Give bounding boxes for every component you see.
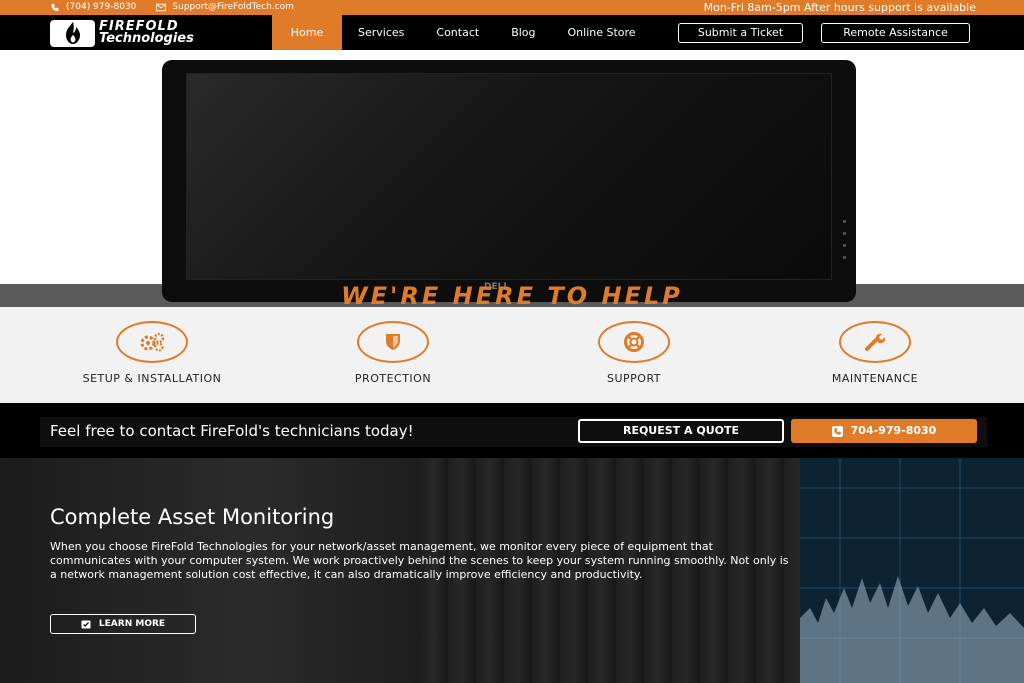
- gears-icon: [116, 321, 188, 363]
- asset-monitoring-section: Complete Asset Monitoring When you choos…: [0, 458, 1024, 683]
- monitor-image: DELL: [162, 60, 856, 302]
- monitoring-paragraph: When you choose FireFold Technologies fo…: [50, 540, 789, 581]
- feature-maintenance[interactable]: MAINTENANCE: [775, 321, 975, 385]
- shield-icon: [357, 321, 429, 363]
- contact-cta-bar: Feel free to contact FireFold's technici…: [0, 403, 1024, 458]
- feature-setup[interactable]: SETUP & INSTALLATION: [52, 321, 252, 385]
- features-section: SETUP & INSTALLATION PROTECTION SUPPORT: [0, 307, 1024, 403]
- nav-home[interactable]: Home: [272, 15, 342, 50]
- topbar-phone-text: (704) 979-8030: [66, 2, 137, 12]
- nav-menu: Home Services Contact Blog Online Store: [272, 15, 652, 50]
- feature-support-label: SUPPORT: [606, 372, 662, 385]
- monitoring-title: Complete Asset Monitoring: [50, 505, 335, 529]
- cta-text: Feel free to contact FireFold's technici…: [50, 422, 414, 440]
- topbar-email[interactable]: Support@FireFoldTech.com: [156, 2, 294, 12]
- feature-setup-label: SETUP & INSTALLATION: [82, 372, 222, 385]
- feature-support[interactable]: SUPPORT: [534, 321, 734, 385]
- checkbox-icon: [81, 620, 91, 628]
- background-chart-image: [800, 458, 1024, 683]
- call-phone-label: 704-979-8030: [850, 424, 937, 437]
- top-info-bar: (704) 979-8030 Support@FireFoldTech.com …: [0, 0, 1024, 15]
- monitor-screen: [186, 73, 832, 280]
- logo-line2: Technologies: [99, 31, 194, 46]
- feature-protection-label: PROTECTION: [354, 372, 432, 385]
- flame-logo-icon: [50, 19, 95, 47]
- submit-ticket-button[interactable]: Submit a Ticket: [678, 23, 803, 43]
- lifebuoy-icon: [598, 321, 670, 363]
- wrench-icon: [839, 321, 911, 363]
- feature-protection[interactable]: PROTECTION: [293, 321, 493, 385]
- firefold-logo[interactable]: FIREFOLD Technologies: [50, 17, 271, 49]
- topbar-email-text: Support@FireFoldTech.com: [172, 2, 294, 12]
- phone-icon: [831, 425, 843, 437]
- main-nav: FIREFOLD Technologies Home Services Cont…: [0, 15, 1024, 50]
- phone-icon: [51, 3, 59, 11]
- learn-more-button[interactable]: LEARN MORE: [50, 614, 196, 634]
- nav-online-store[interactable]: Online Store: [552, 15, 652, 50]
- feature-maintenance-label: MAINTENANCE: [831, 372, 919, 385]
- nav-contact[interactable]: Contact: [420, 15, 495, 50]
- call-phone-button[interactable]: 704-979-8030: [791, 419, 977, 443]
- hero-title: WE'RE HERE TO HELP: [341, 282, 683, 310]
- hero-section: DELL WE'RE HERE TO HELP: [0, 50, 1024, 310]
- support-hours: Mon-Fri 8am-5pm After hours support is a…: [703, 1, 976, 14]
- mail-icon: [156, 3, 167, 11]
- learn-more-label: LEARN MORE: [98, 619, 166, 629]
- monitor-buttons: [843, 220, 846, 268]
- request-quote-button[interactable]: REQUEST A QUOTE: [578, 419, 784, 443]
- nav-services[interactable]: Services: [342, 15, 420, 50]
- nav-blog[interactable]: Blog: [495, 15, 551, 50]
- topbar-phone[interactable]: (704) 979-8030: [50, 2, 136, 12]
- remote-assistance-button[interactable]: Remote Assistance: [821, 23, 970, 43]
